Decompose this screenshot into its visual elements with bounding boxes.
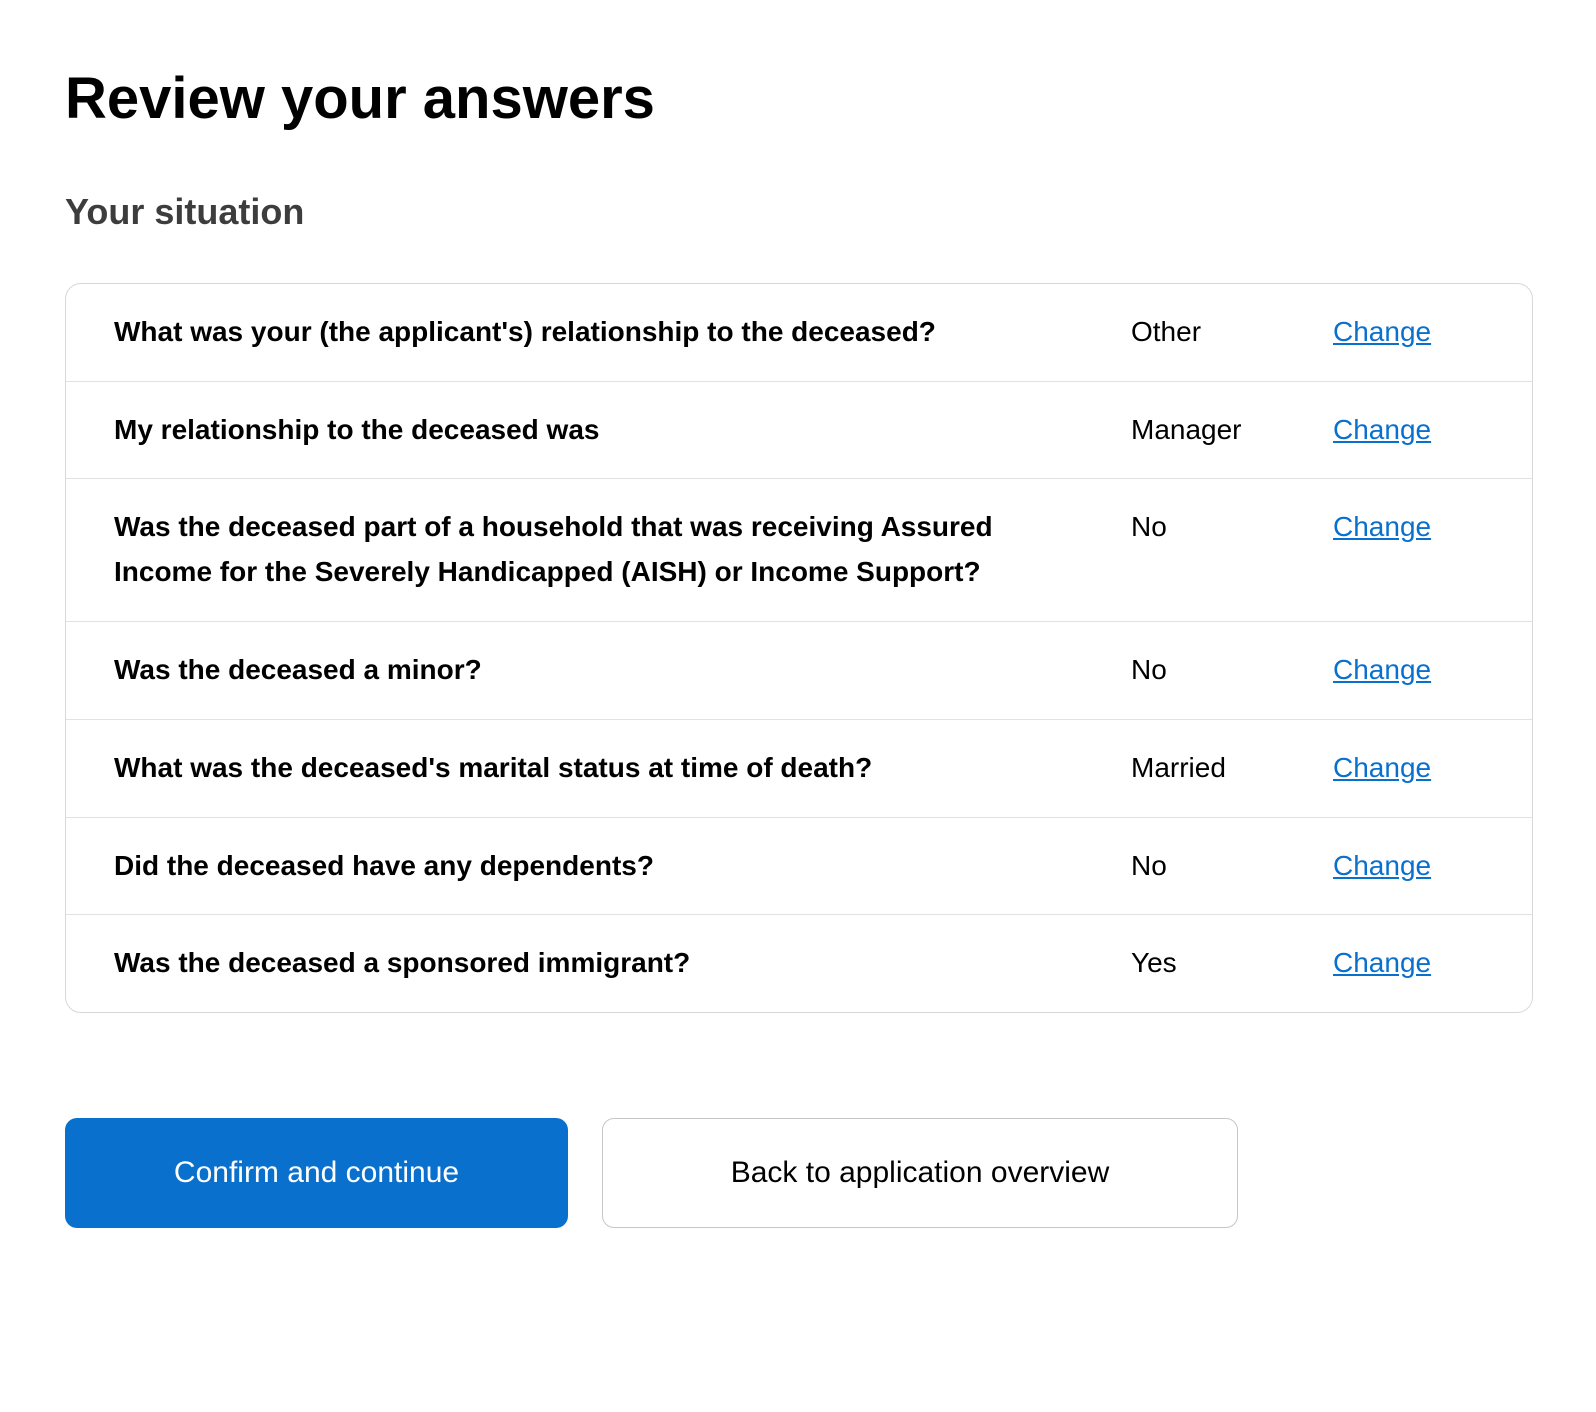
page-title: Review your answers: [65, 64, 1536, 134]
answer-text: No: [1131, 648, 1333, 693]
review-table: What was your (the applicant's) relation…: [65, 283, 1533, 1013]
review-row: What was your (the applicant's) relation…: [66, 284, 1532, 381]
question-text: What was your (the applicant's) relation…: [114, 310, 1131, 355]
answer-text: Other: [1131, 310, 1333, 355]
answer-text: No: [1131, 844, 1333, 889]
action-cell: Change: [1333, 505, 1484, 550]
question-text: My relationship to the deceased was: [114, 408, 1131, 453]
action-buttons: Confirm and continue Back to application…: [65, 1118, 1536, 1228]
answer-text: Married: [1131, 746, 1333, 791]
back-to-application-overview-button[interactable]: Back to application overview: [602, 1118, 1238, 1228]
change-link[interactable]: Change: [1333, 316, 1431, 347]
section-heading: Your situation: [65, 190, 1536, 233]
action-cell: Change: [1333, 941, 1484, 986]
review-row: Was the deceased a minor? No Change: [66, 621, 1532, 719]
review-page: Review your answers Your situation What …: [0, 0, 1596, 1412]
review-row: What was the deceased's marital status a…: [66, 719, 1532, 817]
change-link[interactable]: Change: [1333, 850, 1431, 881]
change-link[interactable]: Change: [1333, 654, 1431, 685]
question-text: Did the deceased have any dependents?: [114, 844, 1131, 889]
answer-text: No: [1131, 505, 1333, 550]
change-link[interactable]: Change: [1333, 947, 1431, 978]
question-text: Was the deceased part of a household tha…: [114, 505, 1131, 595]
action-cell: Change: [1333, 648, 1484, 693]
answer-text: Manager: [1131, 408, 1333, 453]
review-row: Was the deceased part of a household tha…: [66, 478, 1532, 621]
question-text: Was the deceased a minor?: [114, 648, 1131, 693]
change-link[interactable]: Change: [1333, 752, 1431, 783]
action-cell: Change: [1333, 746, 1484, 791]
question-text: Was the deceased a sponsored immigrant?: [114, 941, 1131, 986]
change-link[interactable]: Change: [1333, 414, 1431, 445]
action-cell: Change: [1333, 844, 1484, 889]
action-cell: Change: [1333, 408, 1484, 453]
review-row: Did the deceased have any dependents? No…: [66, 817, 1532, 915]
answer-text: Yes: [1131, 941, 1333, 986]
review-row: My relationship to the deceased was Mana…: [66, 381, 1532, 479]
question-text: What was the deceased's marital status a…: [114, 746, 1131, 791]
change-link[interactable]: Change: [1333, 511, 1431, 542]
review-row: Was the deceased a sponsored immigrant? …: [66, 914, 1532, 1012]
action-cell: Change: [1333, 310, 1484, 355]
confirm-and-continue-button[interactable]: Confirm and continue: [65, 1118, 568, 1228]
